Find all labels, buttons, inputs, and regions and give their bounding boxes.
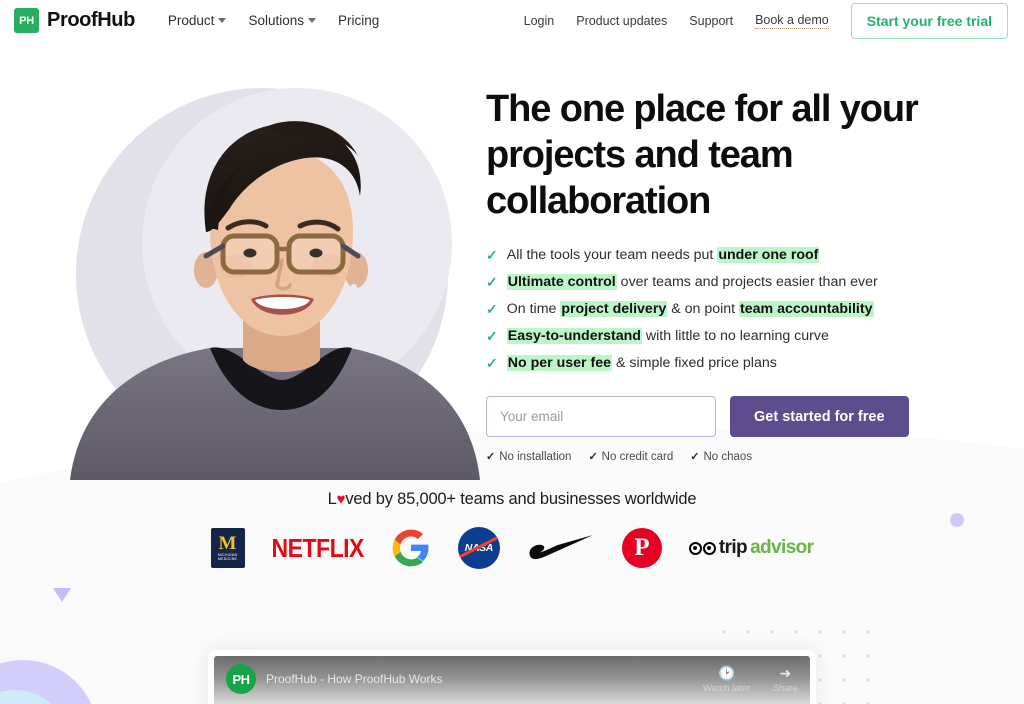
- customer-logos: M MICHIGAN MEDICINE NETFLIX P trip advis…: [0, 526, 1024, 570]
- check-icon: ✓: [588, 451, 598, 463]
- brand-logo[interactable]: PH ProofHub: [14, 8, 135, 33]
- nav-item-pricing[interactable]: Pricing: [338, 13, 379, 28]
- google-g-icon: [392, 529, 429, 567]
- video-player-card[interactable]: PH ProofHub - How ProofHub Works 🕑 Watch…: [208, 650, 816, 704]
- nav-item-support[interactable]: Support: [689, 14, 733, 28]
- secondary-nav: Login Product updates Support Book a dem…: [524, 2, 1008, 39]
- email-input[interactable]: [486, 396, 716, 437]
- nav-item-solutions[interactable]: Solutions: [248, 13, 316, 28]
- nav-item-product[interactable]: Product: [168, 13, 227, 28]
- nav-item-login[interactable]: Login: [524, 14, 555, 28]
- primary-nav: Product Solutions Pricing: [168, 13, 379, 28]
- check-icon: ✓: [486, 355, 498, 371]
- watch-later-button[interactable]: 🕑 Watch later: [703, 665, 751, 694]
- site-header: PH ProofHub Product Solutions Pricing Lo…: [0, 0, 1024, 41]
- video-channel-avatar-icon: PH: [226, 664, 256, 694]
- title-pre: L: [327, 490, 337, 508]
- hero-image: [60, 80, 490, 480]
- bullet-mid: & on point: [667, 301, 740, 317]
- nav-item-solutions-label: Solutions: [248, 13, 304, 28]
- bullet-pre: All the tools your team needs put: [506, 247, 718, 263]
- list-item: ✓ No per user fee & simple fixed price p…: [486, 354, 956, 372]
- bullet-highlight-2: team accountability: [739, 301, 874, 317]
- check-icon: ✓: [486, 247, 498, 263]
- pinterest-p-icon: P: [621, 528, 662, 568]
- assurance-item: ✓ No chaos: [690, 450, 753, 464]
- bullet-highlight: under one roof: [717, 247, 820, 263]
- decorative-triangle-icon: [53, 588, 71, 602]
- logo-nasa: NASA: [457, 526, 500, 570]
- assurance-label: No credit card: [601, 450, 674, 463]
- check-icon: ✓: [486, 274, 498, 290]
- signup-form: Get started for free: [486, 396, 956, 437]
- assurance-item: ✓ No installation: [486, 450, 572, 464]
- bullet-highlight: Easy-to-understand: [506, 328, 642, 344]
- chevron-down-icon: [218, 18, 227, 23]
- bullet-pre: On time: [506, 301, 561, 317]
- page-title: The one place for all your projects and …: [486, 88, 919, 222]
- social-proof-title: L♥ved by 85,000+ teams and businesses wo…: [0, 490, 1024, 509]
- benefits-list: ✓ All the tools your team needs put unde…: [486, 246, 956, 372]
- logo-pinterest: P: [621, 526, 662, 570]
- video-embed[interactable]: PH ProofHub - How ProofHub Works 🕑 Watch…: [214, 656, 810, 704]
- list-item: ✓ Easy-to-understand with little to no l…: [486, 327, 956, 345]
- michigan-m-letter: M: [218, 532, 237, 554]
- list-item: ✓ On time project delivery & on point te…: [486, 300, 956, 318]
- hero-content: The one place for all your projects and …: [486, 86, 956, 463]
- title-post: ved by 85,000+ teams and businesses worl…: [345, 490, 697, 508]
- watch-later-label: Watch later: [702, 682, 751, 694]
- video-actions: 🕑 Watch later ➜ Share: [703, 665, 798, 694]
- logo-tripadvisor: trip advisor: [688, 526, 814, 570]
- tripadvisor-owl-icon: [688, 541, 716, 555]
- assurance-item: ✓ No credit card: [588, 450, 674, 464]
- share-arrow-icon: ➜: [779, 664, 792, 681]
- page-root: PH ProofHub Product Solutions Pricing Lo…: [0, 0, 1024, 704]
- social-proof-section: L♥ved by 85,000+ teams and businesses wo…: [0, 490, 1024, 570]
- tripadvisor-word-advisor: advisor: [750, 537, 814, 558]
- share-label: Share: [772, 682, 798, 694]
- assurances-row: ✓ No installation ✓ No credit card ✓ No …: [486, 450, 956, 464]
- nav-item-book-a-demo[interactable]: Book a demo: [755, 13, 829, 29]
- logo-michigan-medicine: M MICHIGAN MEDICINE: [210, 526, 245, 570]
- bullet-post: & simple fixed price plans: [612, 355, 777, 371]
- check-icon: ✓: [486, 301, 498, 317]
- video-top-bar: PH ProofHub - How ProofHub Works 🕑 Watch…: [214, 656, 810, 702]
- video-title: ProofHub - How ProofHub Works: [266, 672, 443, 686]
- bullet-highlight: project delivery: [560, 301, 668, 317]
- logo-netflix: NETFLIX: [271, 526, 365, 570]
- share-button[interactable]: ➜ Share: [773, 665, 798, 694]
- logo-nike: [527, 526, 595, 570]
- nike-swoosh-icon: [529, 535, 593, 560]
- person-photo: [70, 121, 480, 480]
- list-item: ✓ All the tools your team needs put unde…: [486, 246, 956, 264]
- chevron-down-icon: [307, 18, 316, 23]
- get-started-button[interactable]: Get started for free: [730, 396, 909, 437]
- michigan-line2: MEDICINE: [217, 557, 238, 561]
- assurance-label: No chaos: [703, 450, 753, 463]
- tripadvisor-word-trip: trip: [718, 537, 748, 558]
- bullet-highlight: No per user fee: [506, 355, 613, 371]
- bullet-highlight: Ultimate control: [506, 274, 617, 290]
- netflix-wordmark: NETFLIX: [271, 532, 365, 562]
- nav-item-product-label: Product: [167, 13, 215, 28]
- proofhub-logo-icon: PH: [14, 8, 39, 33]
- nav-item-product-updates[interactable]: Product updates: [576, 14, 667, 28]
- check-icon: ✓: [486, 451, 496, 463]
- check-icon: ✓: [486, 328, 498, 344]
- bullet-post: over teams and projects easier than ever: [616, 274, 878, 290]
- clock-icon: 🕑: [718, 664, 736, 681]
- check-icon: ✓: [690, 451, 700, 463]
- brand-name: ProofHub: [47, 9, 135, 31]
- bullet-post: with little to no learning curve: [641, 328, 829, 344]
- logo-google: [391, 526, 431, 570]
- start-free-trial-button[interactable]: Start your free trial: [850, 2, 1008, 39]
- assurance-label: No installation: [499, 450, 572, 463]
- list-item: ✓ Ultimate control over teams and projec…: [486, 273, 956, 291]
